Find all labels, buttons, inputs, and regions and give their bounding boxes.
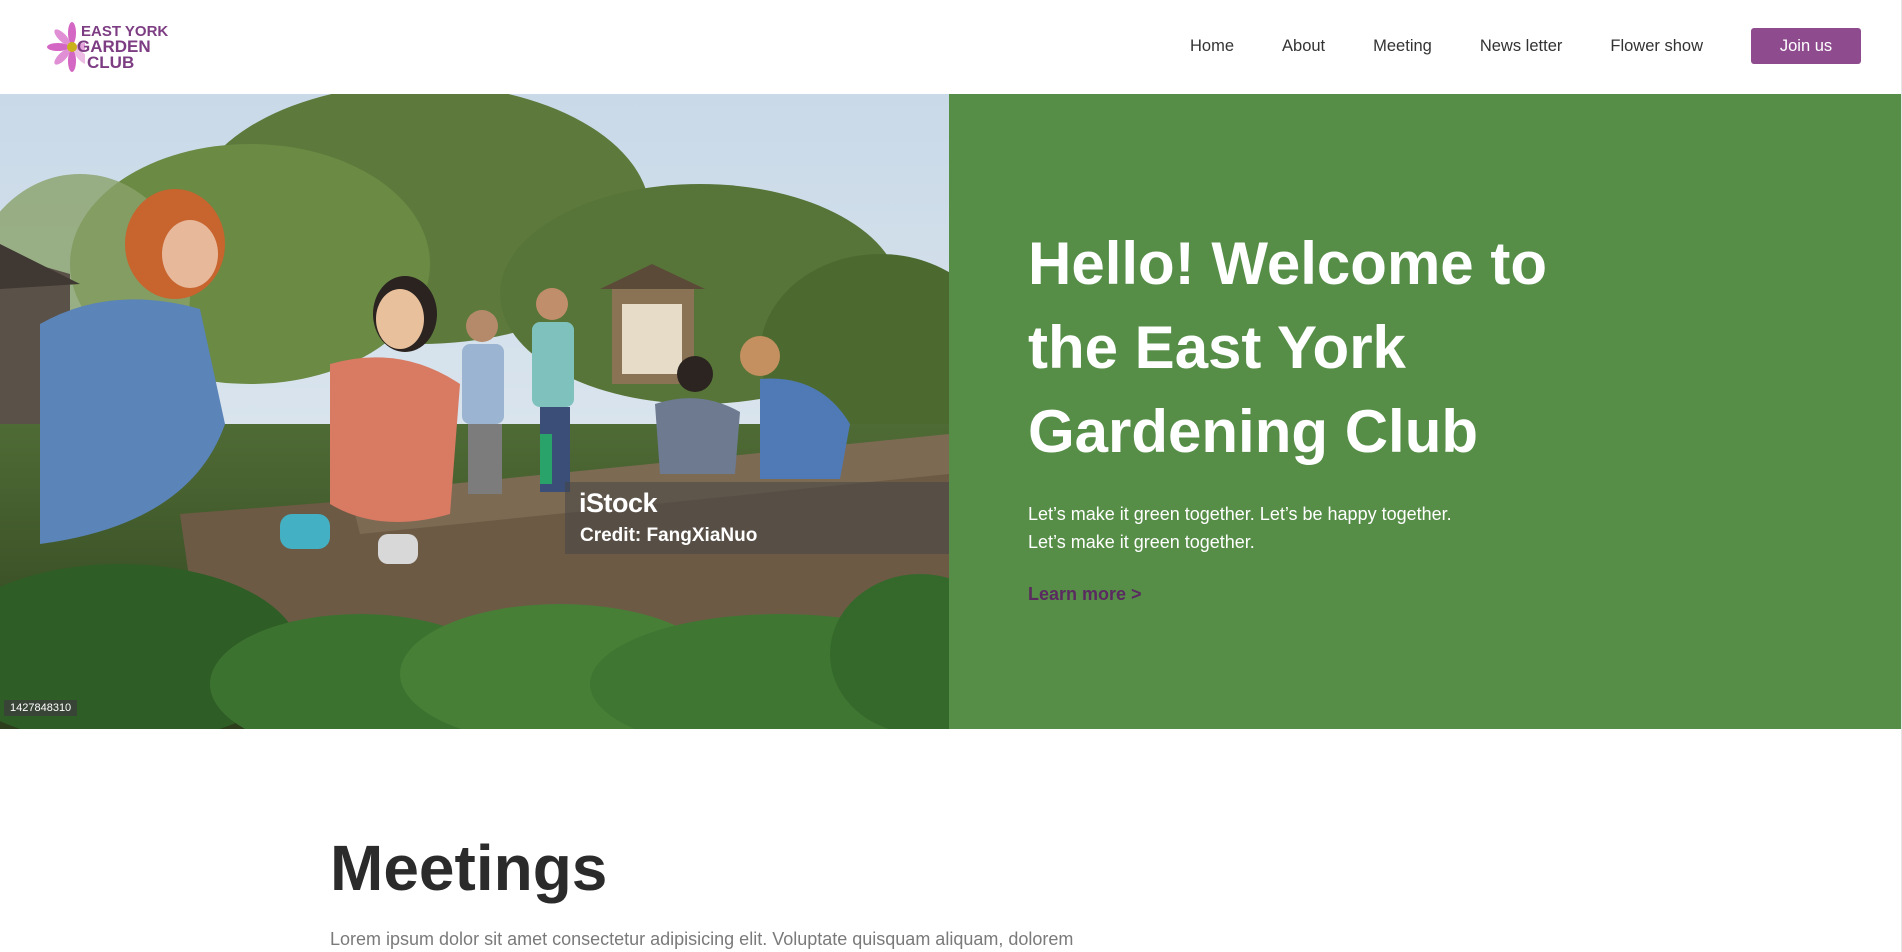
hero-description: Let’s make it green together. Let’s be h… [1028, 500, 1548, 556]
istock-watermark: iStock Credit: FangXiaNuo [565, 482, 949, 554]
photo-credit: Credit: FangXiaNuo [580, 525, 758, 546]
learn-more-link[interactable]: Learn more > [1028, 584, 1142, 605]
logo-wordmark: EAST YORK GARDEN CLUB [77, 24, 168, 71]
hero-description-line-2: Let’s make it green together. [1028, 532, 1255, 552]
nav-home-link[interactable]: Home [1190, 37, 1234, 56]
logo-line-3: CLUB [87, 53, 135, 72]
join-us-button[interactable]: Join us [1751, 28, 1861, 64]
nav-about-link[interactable]: About [1282, 37, 1325, 56]
meetings-description: Lorem ipsum dolor sit amet consectetur a… [330, 929, 1074, 949]
nav-newsletter-link[interactable]: News letter [1480, 37, 1563, 56]
hero-title: Hello! Welcome to the East York Gardenin… [1028, 230, 1547, 465]
meetings-title: Meetings [330, 832, 608, 904]
hero-description-line-1: Let’s make it green together. Let’s be h… [1028, 504, 1452, 524]
garden-photo-image [0, 94, 949, 729]
photo-id-badge: 1427848310 [4, 700, 78, 716]
nav-flower-show-link[interactable]: Flower show [1610, 37, 1703, 56]
nav-meeting-link[interactable]: Meeting [1373, 37, 1432, 56]
hero-panel: Hello! Welcome to the East York Gardenin… [949, 94, 1902, 729]
istock-logo: iStock [579, 488, 658, 518]
site-header: EAST YORK GARDEN CLUB Home About Meeting… [0, 0, 1902, 94]
hero-photo: iStock Credit: FangXiaNuo 1427848310 [0, 94, 949, 729]
main-nav: Home About Meeting News letter Flower sh… [1190, 28, 1861, 64]
site-logo[interactable]: EAST YORK GARDEN CLUB [45, 18, 175, 76]
hero-section: iStock Credit: FangXiaNuo 1427848310 Hel… [0, 94, 1902, 729]
